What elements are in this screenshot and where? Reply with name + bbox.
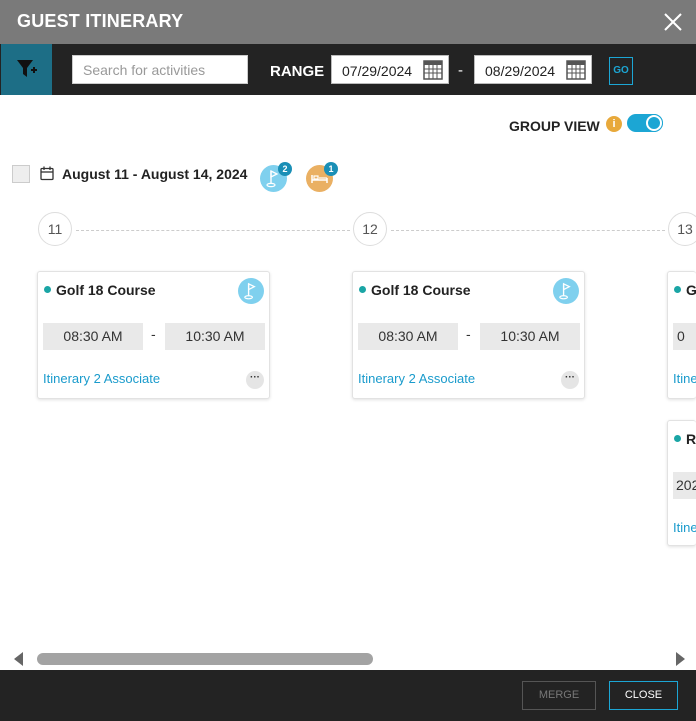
toggle-knob xyxy=(646,115,662,131)
day-marker: 11 xyxy=(38,212,72,246)
activity-card[interactable]: R 202 Itine xyxy=(667,420,696,546)
associate-link[interactable]: Itinerary 2 Associate xyxy=(43,371,160,386)
close-icon[interactable] xyxy=(662,11,684,33)
info-icon[interactable]: i xyxy=(606,116,622,132)
status-dot xyxy=(359,286,366,293)
timeline-divider xyxy=(76,230,350,231)
golf-flag-icon xyxy=(238,278,264,304)
scroll-left-arrow-icon[interactable] xyxy=(14,652,23,666)
more-options-icon[interactable]: ··· xyxy=(561,371,579,389)
toolbar: RANGE 07/29/2024 - 08/29/2024 xyxy=(0,44,696,95)
go-button[interactable]: GO xyxy=(609,57,633,85)
search-input[interactable] xyxy=(72,55,248,84)
badge-count: 2 xyxy=(278,162,292,176)
dialog-titlebar: GUEST ITINERARY xyxy=(0,0,696,44)
group-date-range: August 11 - August 14, 2024 xyxy=(62,166,248,182)
close-button[interactable]: CLOSE xyxy=(609,681,678,710)
calendar-grid-icon[interactable] xyxy=(566,60,586,80)
calendar-grid-icon[interactable] xyxy=(423,60,443,80)
start-time-field[interactable]: 08:30 AM xyxy=(358,323,458,350)
filter-button[interactable] xyxy=(1,44,52,95)
activity-card[interactable]: Golf 18 Course 08:30 AM - 10:30 AM Itine… xyxy=(352,271,585,399)
golf-flag-icon xyxy=(553,278,579,304)
activity-card[interactable]: G 0 Itine xyxy=(667,271,696,399)
lodging-category-badge[interactable]: 1 xyxy=(306,162,338,192)
time-separator: - xyxy=(151,326,156,342)
activity-title: G xyxy=(686,282,696,298)
filter-add-icon xyxy=(17,60,37,77)
associate-link[interactable]: Itinerary 2 Associate xyxy=(358,371,475,386)
group-view-toggle[interactable] xyxy=(627,114,663,132)
group-view-label: GROUP VIEW xyxy=(509,118,600,134)
end-time-field[interactable]: 10:30 AM xyxy=(480,323,580,350)
activity-title: R xyxy=(686,431,696,447)
day-marker: 13 xyxy=(668,212,696,246)
status-dot xyxy=(674,435,681,442)
status-dot xyxy=(44,286,51,293)
horizontal-scrollbar[interactable] xyxy=(0,648,696,670)
end-date-value: 08/29/2024 xyxy=(485,63,556,79)
activity-title: Golf 18 Course xyxy=(371,282,471,298)
start-date-field[interactable]: 07/29/2024 xyxy=(331,55,449,84)
more-options-icon[interactable]: ··· xyxy=(246,371,264,389)
start-time-field[interactable]: 202 xyxy=(673,472,696,499)
activity-title: Golf 18 Course xyxy=(56,282,156,298)
associate-link[interactable]: Itine xyxy=(673,520,696,535)
start-time-field[interactable]: 08:30 AM xyxy=(43,323,143,350)
timeline-divider xyxy=(391,230,665,231)
associate-link[interactable]: Itine xyxy=(673,371,696,386)
start-time-field[interactable]: 0 xyxy=(673,323,696,350)
end-date-field[interactable]: 08/29/2024 xyxy=(474,55,592,84)
date-separator: - xyxy=(458,62,463,79)
calendar-icon xyxy=(40,166,54,181)
scroll-thumb[interactable] xyxy=(37,653,373,665)
start-date-value: 07/29/2024 xyxy=(342,63,413,79)
golf-category-badge[interactable]: 2 xyxy=(260,162,292,192)
end-time-field[interactable]: 10:30 AM xyxy=(165,323,265,350)
status-dot xyxy=(674,286,681,293)
activity-card[interactable]: Golf 18 Course 08:30 AM - 10:30 AM Itine… xyxy=(37,271,270,399)
group-checkbox[interactable] xyxy=(12,165,30,183)
badge-count: 1 xyxy=(324,162,338,176)
dialog-title: GUEST ITINERARY xyxy=(17,11,184,31)
day-marker: 12 xyxy=(353,212,387,246)
range-label: RANGE xyxy=(270,63,325,80)
dialog-footer: MERGE CLOSE xyxy=(0,670,696,721)
time-separator: - xyxy=(466,326,471,342)
merge-button[interactable]: MERGE xyxy=(522,681,596,710)
scroll-right-arrow-icon[interactable] xyxy=(676,652,685,666)
